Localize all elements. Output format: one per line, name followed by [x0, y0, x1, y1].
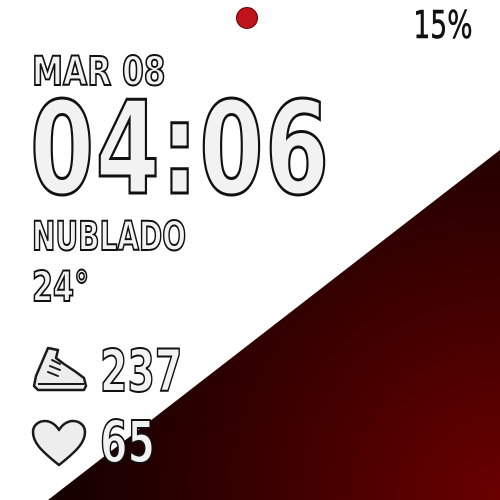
heart-icon — [31, 419, 87, 467]
shoe-icon — [32, 346, 88, 392]
temperature: 24° — [31, 262, 90, 311]
watch-face: 15% MAR 08 04:06 NUBLADO 24° 237 65 — [0, 0, 500, 500]
heart-rate-value[interactable]: 65 — [99, 412, 155, 472]
steps-count[interactable]: 237 — [99, 341, 183, 401]
weather-condition[interactable]: NUBLADO — [31, 216, 186, 258]
time-display[interactable]: 04:06 — [29, 84, 331, 215]
status-indicator-dot — [236, 7, 258, 29]
battery-level: 15% — [412, 3, 473, 47]
